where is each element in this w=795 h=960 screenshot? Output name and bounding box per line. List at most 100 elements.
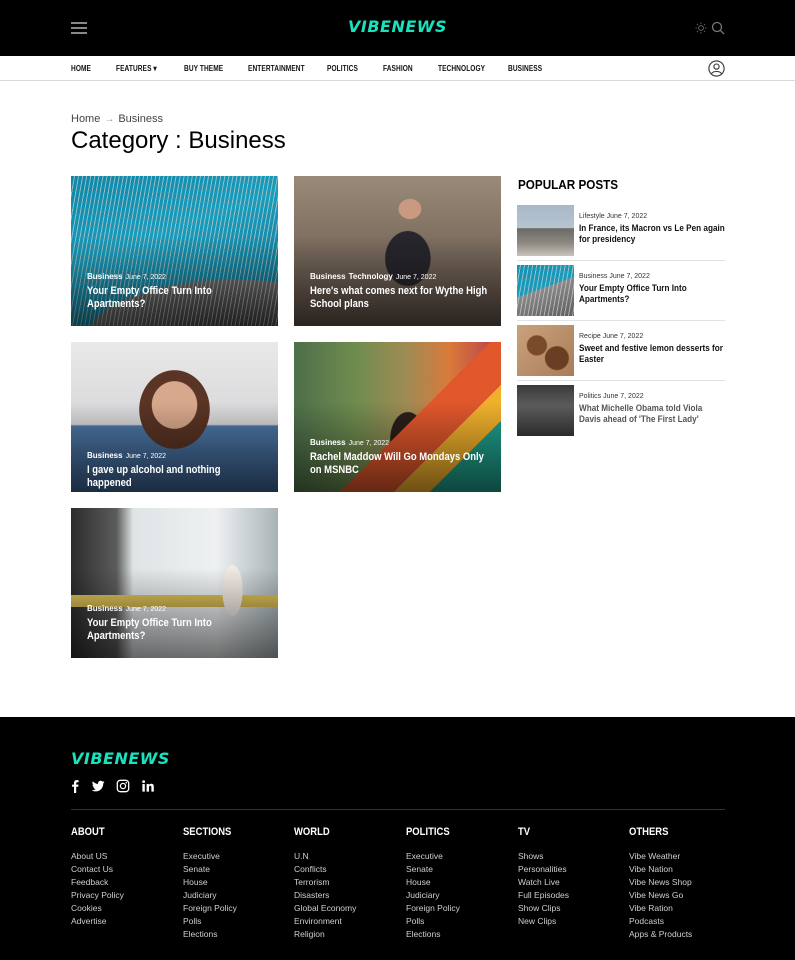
footer-link[interactable]: Vibe News Go [629,889,739,902]
card-title[interactable]: Rachel Maddow Will Go Mondays Only on MS… [310,451,491,477]
footer-link[interactable]: Podcasts [629,915,739,928]
card-title[interactable]: Your Empty Office Turn Into Apartments? [87,617,268,643]
post-category[interactable]: Lifestyle [579,213,605,220]
nav-entertainment[interactable]: ENTERTAINMENT [248,64,305,73]
post-date: June 7, 2022 [606,213,648,220]
card-category[interactable]: Technology [349,272,393,281]
card-category[interactable]: Business [87,451,123,460]
card-title[interactable]: Here's what comes next for Wythe High Sc… [310,285,491,311]
footer-link[interactable]: Disasters [294,889,404,902]
footer-link[interactable]: Judiciary [183,889,293,902]
footer-link[interactable]: Vibe News Shop [629,876,739,889]
footer-link[interactable]: Conflicts [294,863,404,876]
card-meta: Business June 7, 2022 [87,604,166,613]
card-category[interactable]: Business [310,272,346,281]
post-title[interactable]: What Michelle Obama told Viola Davis ahe… [579,403,725,425]
post-category[interactable]: Recipe [579,333,601,340]
post-title[interactable]: Your Empty Office Turn Into Apartments? [579,283,725,305]
nav-business[interactable]: BUSINESS [508,64,542,73]
post-category[interactable]: Politics [579,393,601,400]
footer-logo[interactable]: VIBENEWS [71,749,170,768]
card-meta: Business Technology June 7, 2022 [310,272,436,281]
instagram-icon[interactable] [116,779,130,793]
post-title[interactable]: Sweet and festive lemon desserts for Eas… [579,343,725,365]
post-thumbnail[interactable] [517,205,574,256]
nav-features[interactable]: FEATURES ▾ [116,64,157,73]
nav-politics[interactable]: POLITICS [327,64,358,73]
search-icon[interactable] [711,21,725,35]
footer-column-heading: WORLD [294,826,330,838]
popular-post-item[interactable]: Business June 7, 2022 Your Empty Office … [517,265,725,317]
footer-link[interactable]: Executive [183,850,293,863]
article-card[interactable]: Business June 7, 2022 Your Empty Office T… [71,508,278,658]
article-card[interactable]: Business June 7, 2022 I gave up alcohol a… [71,342,278,492]
footer-link[interactable]: Cookies [71,902,181,915]
footer-link[interactable]: Environment [294,915,404,928]
footer-link[interactable]: Terrorism [294,876,404,889]
footer-link[interactable]: Vibe Weather [629,850,739,863]
footer-link[interactable]: Show Clips [518,902,628,915]
footer-link[interactable]: House [406,876,516,889]
nav-buy-theme[interactable]: BUY THEME [184,64,223,73]
footer-link[interactable]: Foreign Policy [406,902,516,915]
footer-link[interactable]: Senate [406,863,516,876]
footer-link[interactable]: Contact Us [71,863,181,876]
site-logo[interactable]: VIBENEWS [0,17,795,36]
footer-link[interactable]: Vibe Nation [629,863,739,876]
footer-link[interactable]: Foreign Policy [183,902,293,915]
post-meta: Recipe June 7, 2022 [579,333,643,340]
post-thumbnail[interactable] [517,265,574,316]
card-category[interactable]: Business [87,604,123,613]
card-category[interactable]: Business [310,438,346,447]
footer-link[interactable]: Polls [183,915,293,928]
card-title[interactable]: I gave up alcohol and nothing happened [87,464,268,490]
footer-link[interactable]: Religion [294,928,404,941]
footer-link[interactable]: About US [71,850,181,863]
footer-link[interactable]: Global Economy [294,902,404,915]
card-date: June 7, 2022 [395,274,437,281]
card-date: June 7, 2022 [348,440,390,447]
post-date: June 7, 2022 [602,333,644,340]
main-nav: HOME FEATURES ▾ BUY THEME ENTERTAINMENT … [0,56,795,81]
footer-link[interactable]: U.N [294,850,404,863]
footer-link[interactable]: Executive [406,850,516,863]
post-title[interactable]: In France, its Macron vs Le Pen again fo… [579,223,725,245]
nav-fashion[interactable]: FASHION [383,64,413,73]
footer-link[interactable]: Feedback [71,876,181,889]
post-thumbnail[interactable] [517,385,574,436]
footer-link[interactable]: Personalities [518,863,628,876]
facebook-icon[interactable] [68,779,82,793]
footer-link[interactable]: Apps & Products [629,928,739,941]
twitter-icon[interactable] [91,779,105,793]
footer-link[interactable]: Polls [406,915,516,928]
article-card[interactable]: Business Technology June 7, 2022 Here's wh… [294,176,501,326]
popular-post-item[interactable]: Politics June 7, 2022 What Michelle Obam… [517,385,725,437]
footer-link[interactable]: Elections [183,928,293,941]
footer-link[interactable]: Watch Live [518,876,628,889]
nav-home[interactable]: HOME [71,64,91,73]
user-account-icon[interactable] [708,60,725,77]
article-card[interactable]: Business June 7, 2022 Rachel Maddow Will … [294,342,501,492]
footer-link[interactable]: Judiciary [406,889,516,902]
card-category[interactable]: Business [87,272,123,281]
popular-post-item[interactable]: Recipe June 7, 2022 Sweet and festive le… [517,325,725,377]
popular-post-item[interactable]: Lifestyle June 7, 2022 In France, its Ma… [517,205,725,257]
breadcrumb-home[interactable]: Home [71,113,100,125]
dark-mode-toggle-icon[interactable] [695,22,707,34]
footer-link[interactable]: Shows [518,850,628,863]
article-card[interactable]: Business June 7, 2022 Your Empty Office T… [71,176,278,326]
footer-link[interactable]: Elections [406,928,516,941]
post-thumbnail[interactable] [517,325,574,376]
post-category[interactable]: Business [579,273,607,280]
footer-link[interactable]: Advertise [71,915,181,928]
linkedin-icon[interactable] [141,779,155,793]
footer-link[interactable]: Vibe Ration [629,902,739,915]
footer-link[interactable]: Full Episodes [518,889,628,902]
footer-link[interactable]: Privacy Policy [71,889,181,902]
footer-link[interactable]: House [183,876,293,889]
footer-link[interactable]: New Clips [518,915,628,928]
card-title[interactable]: Your Empty Office Turn Into Apartments? [87,285,268,311]
nav-technology[interactable]: TECHNOLOGY [438,64,485,73]
divider [517,380,725,381]
footer-link[interactable]: Senate [183,863,293,876]
